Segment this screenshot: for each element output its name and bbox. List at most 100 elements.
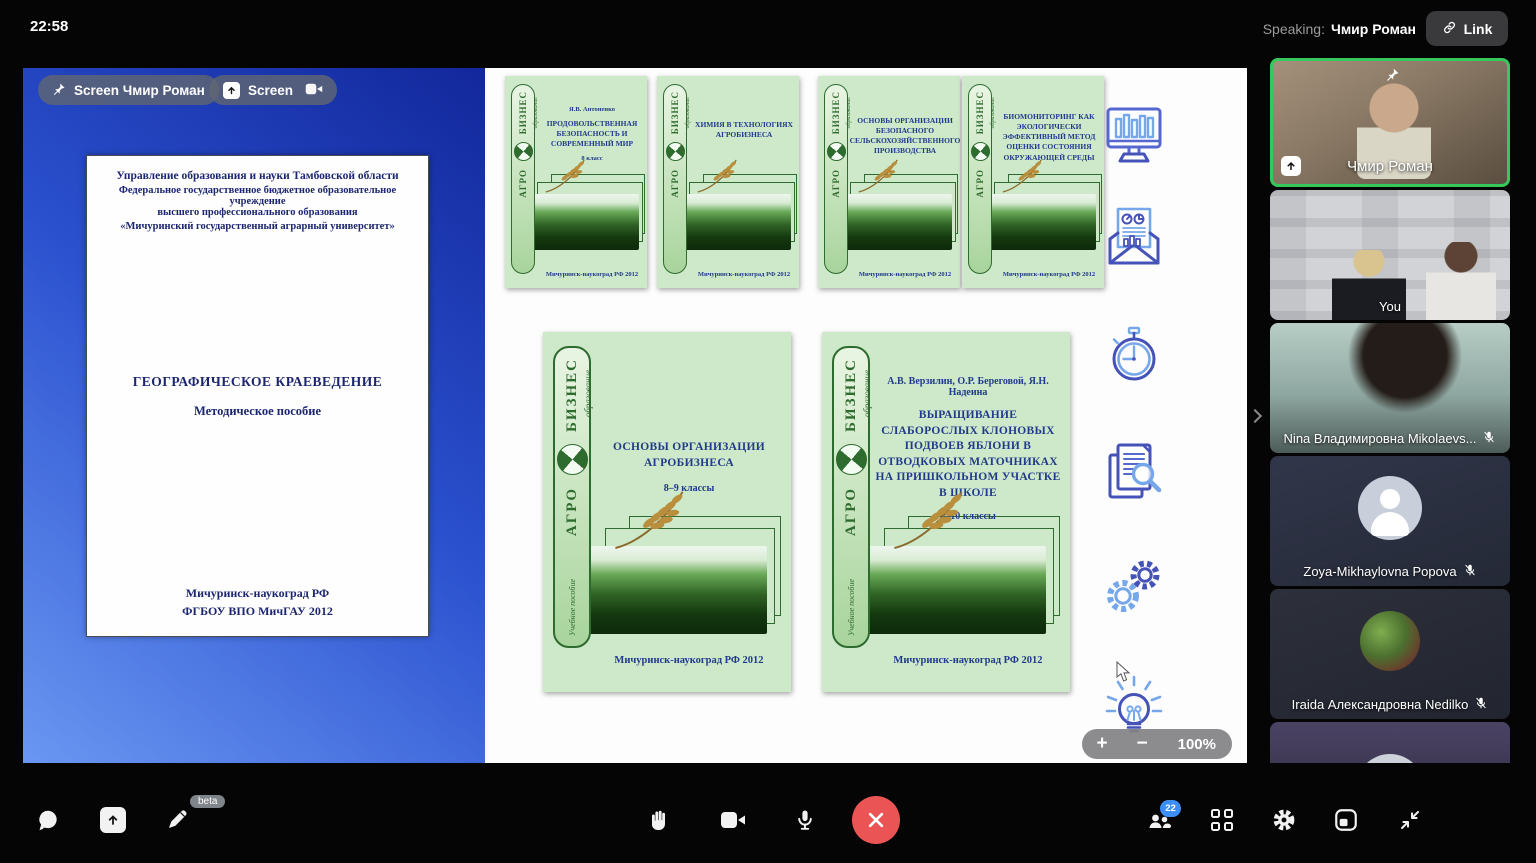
- band-word: БИЗНЕС: [518, 91, 528, 134]
- participant-name: Zoya-Mikhaylovna Popova: [1303, 564, 1456, 579]
- agro-band: БИЗНЕС образование АГРО: [968, 84, 992, 274]
- raise-hand-button[interactable]: [645, 806, 673, 834]
- field-photo: [978, 194, 1096, 250]
- hand-icon: [647, 808, 671, 832]
- document-search-icon: [1098, 437, 1170, 509]
- pip-icon: [1333, 807, 1359, 833]
- participant-tile[interactable]: Iraida Александровна Nedilko: [1270, 589, 1510, 719]
- globe-logo-icon: [514, 142, 533, 161]
- sidebar-collapse-chevron-icon[interactable]: [1248, 404, 1262, 428]
- globe-logo-icon: [557, 444, 588, 475]
- wheat-icon: [994, 152, 1050, 200]
- title-page-subtitle: Методическое пособие: [87, 404, 428, 419]
- envelope-report-icon: [1098, 201, 1170, 273]
- participant-tile-active-speaker[interactable]: Чмир Роман: [1270, 58, 1510, 187]
- speaker-name: Чмир Роман: [1331, 21, 1416, 37]
- field-photo: [673, 194, 791, 250]
- globe-logo-icon: [971, 142, 990, 161]
- share-screen-icon: [100, 807, 126, 833]
- agro-band: БИЗНЕС образование АГРО: [511, 84, 535, 274]
- wheat-icon: [850, 152, 906, 200]
- stopwatch-icon: [1098, 317, 1170, 389]
- band-script: образование: [533, 97, 539, 128]
- book-imprint: Мичуринск-наукоград РФ 2012: [693, 271, 795, 278]
- book-cover: БИЗНЕС образование АГРО ОСНОВЫ ОРГАНИЗАЦ…: [818, 76, 960, 288]
- participant-name: Чмир Роман: [1281, 158, 1499, 175]
- link-button[interactable]: Link: [1426, 11, 1508, 46]
- gears-icon: [1098, 549, 1170, 621]
- settings-button[interactable]: [1270, 806, 1298, 834]
- pinned-pill-label: Screen Чмир Роман: [74, 83, 205, 98]
- screen-source-pill[interactable]: Screen: [209, 75, 337, 105]
- participant-tile[interactable]: [1270, 722, 1510, 763]
- pinned-screen-pill[interactable]: Screen Чмир Роман: [38, 75, 219, 105]
- chat-button[interactable]: [34, 806, 62, 834]
- agro-band: БИЗНЕС образование АГРО Учебное пособие: [553, 346, 591, 648]
- wheat-icon: [876, 478, 980, 562]
- title-page-imprint: Мичуринск-наукоград РФ ФГБОУ ВПО МичГАУ …: [87, 584, 428, 620]
- camera-icon: [720, 810, 746, 830]
- speaking-indicator: Speaking: Чмир Роман: [1263, 21, 1416, 37]
- book-spine: Учебное пособие: [568, 579, 577, 636]
- collapse-icon: [1398, 808, 1422, 832]
- minimize-button[interactable]: [1396, 806, 1424, 834]
- book-imprint: Мичуринск-наукоград РФ 2012: [874, 655, 1062, 666]
- avatar-placeholder-icon: [1358, 476, 1422, 540]
- participant-tile-self[interactable]: You: [1270, 190, 1510, 320]
- wheat-icon: [689, 152, 745, 200]
- link-icon: [1442, 20, 1457, 38]
- upload-icon: [223, 82, 240, 99]
- agro-band: БИЗНЕС образование АГРО: [824, 84, 848, 274]
- wheat-icon: [597, 478, 701, 562]
- pip-button[interactable]: [1332, 806, 1360, 834]
- book-spine: Учебное пособие: [847, 579, 856, 636]
- agro-band: БИЗНЕС образование АГРО Учебное пособие: [832, 346, 870, 648]
- link-button-label: Link: [1464, 21, 1493, 37]
- participant-name: Nina Владимировна Mikolaevs...: [1284, 431, 1477, 446]
- beta-badge: beta: [190, 795, 225, 808]
- book-imprint: Мичуринск-наукоград РФ 2012: [595, 655, 783, 666]
- zoom-in-button[interactable]: +: [1082, 729, 1122, 759]
- participant-tile[interactable]: Nina Владимировна Mikolaevs...: [1270, 323, 1510, 453]
- share-screen-button[interactable]: [99, 806, 127, 834]
- zoom-level: 100%: [1178, 736, 1216, 753]
- title-page-title: ГЕОГРАФИЧЕСКОЕ КРАЕВЕДЕНИЕ: [87, 374, 428, 390]
- book-imprint: Мичуринск-наукоград РФ 2012: [998, 271, 1100, 278]
- speaking-label: Speaking:: [1263, 21, 1325, 37]
- book-imprint: Мичуринск-наукоград РФ 2012: [541, 271, 643, 278]
- title-page-header: Управление образования и науки Тамбовско…: [97, 170, 418, 232]
- globe-logo-icon: [827, 142, 846, 161]
- annotate-button[interactable]: [163, 806, 191, 834]
- zoom-out-button[interactable]: −: [1122, 729, 1162, 759]
- title-page: Управление образования и науки Тамбовско…: [86, 155, 429, 637]
- book-cover: БИЗНЕС образование АГРО Учебное пособие …: [822, 332, 1070, 692]
- globe-logo-icon: [836, 444, 867, 475]
- camera-button[interactable]: [719, 806, 747, 834]
- pin-icon: [52, 82, 66, 99]
- avatar: [1360, 611, 1420, 671]
- monitor-chart-icon: [1098, 101, 1170, 173]
- participants-sidebar: Чмир Роман You Nina Владимировна Mikolae…: [1270, 58, 1510, 763]
- pin-icon: [1385, 67, 1400, 87]
- end-call-button[interactable]: [852, 796, 900, 844]
- book-author: А.В. Верзилин, О.Р. Береговой, Я.Н. Наде…: [874, 376, 1062, 398]
- mic-muted-icon: [1482, 430, 1496, 447]
- book-cover: БИЗНЕС образование АГРО ХИМИЯ В ТЕХНОЛОГ…: [657, 76, 799, 288]
- shared-screen-view: Screen Чмир Роман Screen Управление обра…: [23, 68, 1247, 763]
- book-title: ОСНОВЫ ОРГАНИЗАЦИИ БЕЗОПАСНОГО СЕЛЬСКОХО…: [850, 116, 961, 157]
- book-title: ХИМИЯ В ТЕХНОЛОГИЯХ АГРОБИЗНЕСА: [693, 120, 795, 140]
- pencil-icon: [165, 808, 189, 832]
- participant-tile[interactable]: Zoya-Mikhaylovna Popova: [1270, 456, 1510, 586]
- zoom-controls: + − 100%: [1082, 729, 1232, 759]
- mic-icon: [793, 808, 817, 832]
- band-word: АГРО: [518, 169, 528, 198]
- mic-button[interactable]: [791, 806, 819, 834]
- field-photo: [834, 194, 952, 250]
- participant-name: Iraida Александровна Nedilko: [1292, 697, 1469, 712]
- camera-icon: [305, 82, 323, 99]
- mouse-cursor: [1114, 661, 1132, 683]
- mic-muted-icon: [1474, 696, 1488, 713]
- globe-logo-icon: [666, 142, 685, 161]
- book-imprint: Мичуринск-наукоград РФ 2012: [854, 271, 956, 278]
- grid-view-button[interactable]: [1208, 806, 1236, 834]
